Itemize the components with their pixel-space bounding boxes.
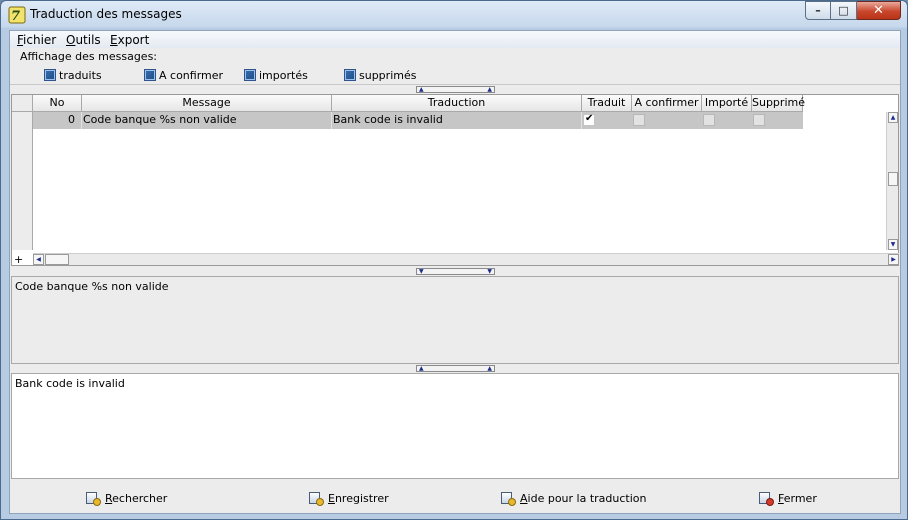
arrow-up-icon: ▲: [487, 86, 492, 93]
splitter-middle[interactable]: ▼ ▼: [416, 268, 495, 275]
close-button[interactable]: Fermer: [759, 490, 817, 506]
filter-importes[interactable]: importés: [244, 68, 308, 82]
column-header-a-confirmer[interactable]: A confirmer: [632, 95, 702, 112]
filter-supprimes[interactable]: supprimés: [344, 68, 416, 82]
column-header-traduction[interactable]: Traduction: [332, 95, 582, 112]
arrow-down-icon: ▼: [419, 268, 424, 275]
filter-traduits[interactable]: traduits: [44, 68, 102, 82]
arrow-up-icon: ▲: [419, 365, 424, 372]
messages-grid: No Message Traduction Traduit A confirme…: [11, 94, 899, 266]
filter-label: traduits: [59, 68, 102, 82]
menu-export[interactable]: Export: [110, 33, 149, 47]
svg-text:7: 7: [11, 9, 20, 24]
caption-buttons: – □ ✕: [805, 1, 901, 20]
column-header-message[interactable]: Message: [82, 95, 332, 112]
column-header-traduit[interactable]: Traduit: [582, 95, 632, 112]
menu-bar: Fichier Outils Export: [10, 31, 900, 48]
maximize-button[interactable]: □: [831, 1, 857, 20]
checkbox-supprimes[interactable]: [344, 69, 356, 81]
close-icon: ✕: [873, 3, 884, 18]
minimize-icon: –: [815, 4, 821, 17]
translation-help-button[interactable]: Aide pour la traduction: [501, 490, 646, 506]
window-title: Traduction des messages: [30, 7, 182, 21]
translation-editor[interactable]: Bank code is invalid: [11, 373, 899, 479]
scroll-down-icon[interactable]: ▼: [888, 239, 898, 250]
help-icon: [501, 491, 516, 506]
checkbox-a-confirmer[interactable]: [144, 69, 156, 81]
client-area: Fichier Outils Export Affichage des mess…: [9, 30, 901, 514]
table-row[interactable]: 0 Code banque %s non valide Bank code is…: [33, 112, 803, 129]
scroll-thumb[interactable]: [888, 172, 898, 186]
close-window-button[interactable]: ✕: [857, 1, 901, 20]
cell-no[interactable]: 0: [33, 112, 82, 129]
filter-legend: Affichage des messages:: [20, 50, 158, 63]
menu-fichier[interactable]: Fichier: [17, 33, 56, 47]
filter-label: supprimés: [359, 68, 417, 82]
filter-label: importés: [259, 68, 308, 82]
row-indicator-column: [12, 112, 33, 250]
row-header-corner: [12, 95, 33, 112]
column-header-supprime[interactable]: Supprimé: [752, 95, 805, 112]
checkbox-traduit[interactable]: [583, 113, 595, 126]
cell-traduction[interactable]: Bank code is invalid: [332, 112, 582, 129]
save-button[interactable]: Enregistrer: [309, 490, 389, 506]
save-icon: [309, 491, 324, 506]
search-label: Rechercher: [105, 491, 168, 505]
action-bar: Rechercher Enregistrer Aide pour la trad…: [10, 483, 900, 513]
cell-message[interactable]: Code banque %s non valide: [82, 112, 332, 129]
save-label: Enregistrer: [328, 491, 389, 505]
minimize-button[interactable]: –: [805, 1, 831, 20]
menu-outils[interactable]: Outils: [66, 33, 101, 47]
scroll-up-icon[interactable]: ▲: [888, 112, 898, 123]
arrow-up-icon: ▲: [487, 365, 492, 372]
add-row-button[interactable]: +: [14, 254, 23, 265]
filter-a-confirmer[interactable]: A confirmer: [144, 68, 223, 82]
scroll-thumb-horizontal[interactable]: [45, 254, 69, 265]
checkbox-traduits[interactable]: [44, 69, 56, 81]
checkbox-supprime[interactable]: [753, 114, 765, 126]
app-logo-icon: 7: [8, 6, 26, 24]
checkbox-a-confirmer-row[interactable]: [633, 114, 645, 126]
checkbox-importes[interactable]: [244, 69, 256, 81]
divider: [10, 84, 900, 85]
splitter-top[interactable]: ▲ ▲: [416, 86, 495, 93]
search-icon: [86, 491, 101, 506]
filter-label: A confirmer: [159, 68, 224, 82]
message-source-text: Code banque %s non valide: [11, 276, 899, 364]
search-button[interactable]: Rechercher: [86, 490, 167, 506]
vertical-scrollbar[interactable]: ▲ ▼: [886, 112, 898, 250]
arrow-up-icon: ▲: [419, 86, 424, 93]
splitter-bottom[interactable]: ▲ ▲: [416, 365, 495, 372]
maximize-icon: □: [838, 4, 849, 17]
checkbox-importe[interactable]: [703, 114, 715, 126]
scroll-left-icon[interactable]: ◀: [33, 254, 44, 265]
column-header-no[interactable]: No: [33, 95, 82, 112]
horizontal-scrollbar[interactable]: ◀ ▶: [33, 253, 899, 265]
scroll-right-icon[interactable]: ▶: [888, 254, 899, 265]
arrow-down-icon: ▼: [487, 268, 492, 275]
title-bar[interactable]: 7 Traduction des messages – □ ✕: [1, 1, 907, 29]
close-label: Fermer: [778, 491, 817, 505]
main-window: 7 Traduction des messages – □ ✕ Fichier …: [0, 0, 908, 520]
help-label: Aide pour la traduction: [520, 491, 647, 505]
close-door-icon: [759, 491, 774, 506]
column-header-importe[interactable]: Importé: [702, 95, 752, 112]
